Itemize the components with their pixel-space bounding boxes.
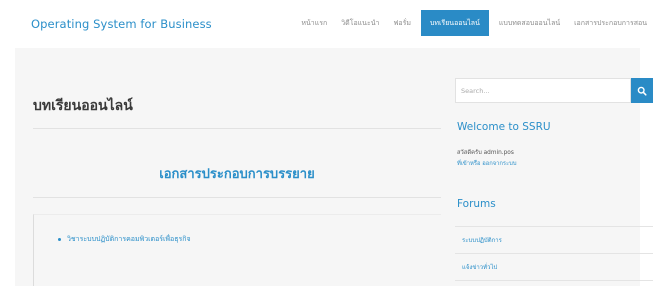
welcome-widget-title: Welcome to SSRU <box>457 121 551 133</box>
site-header: Operating System for Business หน้าแรก วิ… <box>0 0 654 48</box>
nav-online-quiz[interactable]: แบบทดสอบออนไลน์ <box>492 10 567 36</box>
nav-forum[interactable]: ฟอรั่ม <box>386 10 418 36</box>
logout-link[interactable]: ที่เข้าหรือ ออกจากระบบ <box>457 159 517 170</box>
search-button[interactable] <box>631 78 653 103</box>
forum-list: ระบบปฏิบัติการ แจ้งข่าวทั่วไป <box>455 227 653 281</box>
heading-divider <box>33 197 441 198</box>
search-box <box>455 78 653 103</box>
page-title: บทเรียนออนไลน์ <box>33 98 133 114</box>
content-list: วิชาระบบปฏิบัติการคอมพิวเตอร์เพื่อธุรกิจ <box>58 234 191 245</box>
main-nav: หน้าแรก วิดีโอแนะนำ ฟอรั่ม บทเรียนออนไลน… <box>294 10 654 36</box>
content-box: วิชาระบบปฏิบัติการคอมพิวเตอร์เพื่อธุรกิจ <box>33 214 441 286</box>
search-input[interactable] <box>455 78 631 103</box>
forum-item[interactable]: ระบบปฏิบัติการ <box>455 227 653 254</box>
course-document-link[interactable]: วิชาระบบปฏิบัติการคอมพิวเตอร์เพื่อธุรกิจ <box>67 234 191 245</box>
nav-home[interactable]: หน้าแรก <box>294 10 334 36</box>
list-item[interactable]: วิชาระบบปฏิบัติการคอมพิวเตอร์เพื่อธุรกิจ <box>58 234 191 245</box>
nav-videos[interactable]: วิดีโอแนะนำ <box>334 10 386 36</box>
site-title[interactable]: Operating System for Business <box>31 17 212 31</box>
search-icon <box>637 86 647 96</box>
forums-widget-title: Forums <box>457 198 496 210</box>
forum-item[interactable]: แจ้งข่าวทั่วไป <box>455 254 653 281</box>
title-divider <box>33 128 441 129</box>
welcome-greeting: สวัสดีครับ admin.pos <box>457 150 514 156</box>
section-heading: เอกสารประกอบการบรรยาย <box>159 167 315 182</box>
bullet-icon <box>58 238 61 241</box>
nav-online-lessons[interactable]: บทเรียนออนไลน์ <box>420 10 489 36</box>
welcome-text: สวัสดีครับ admin.pos ที่เข้าหรือ ออกจากร… <box>457 148 517 170</box>
nav-course-documents[interactable]: เอกสารประกอบการสอน <box>567 10 654 36</box>
